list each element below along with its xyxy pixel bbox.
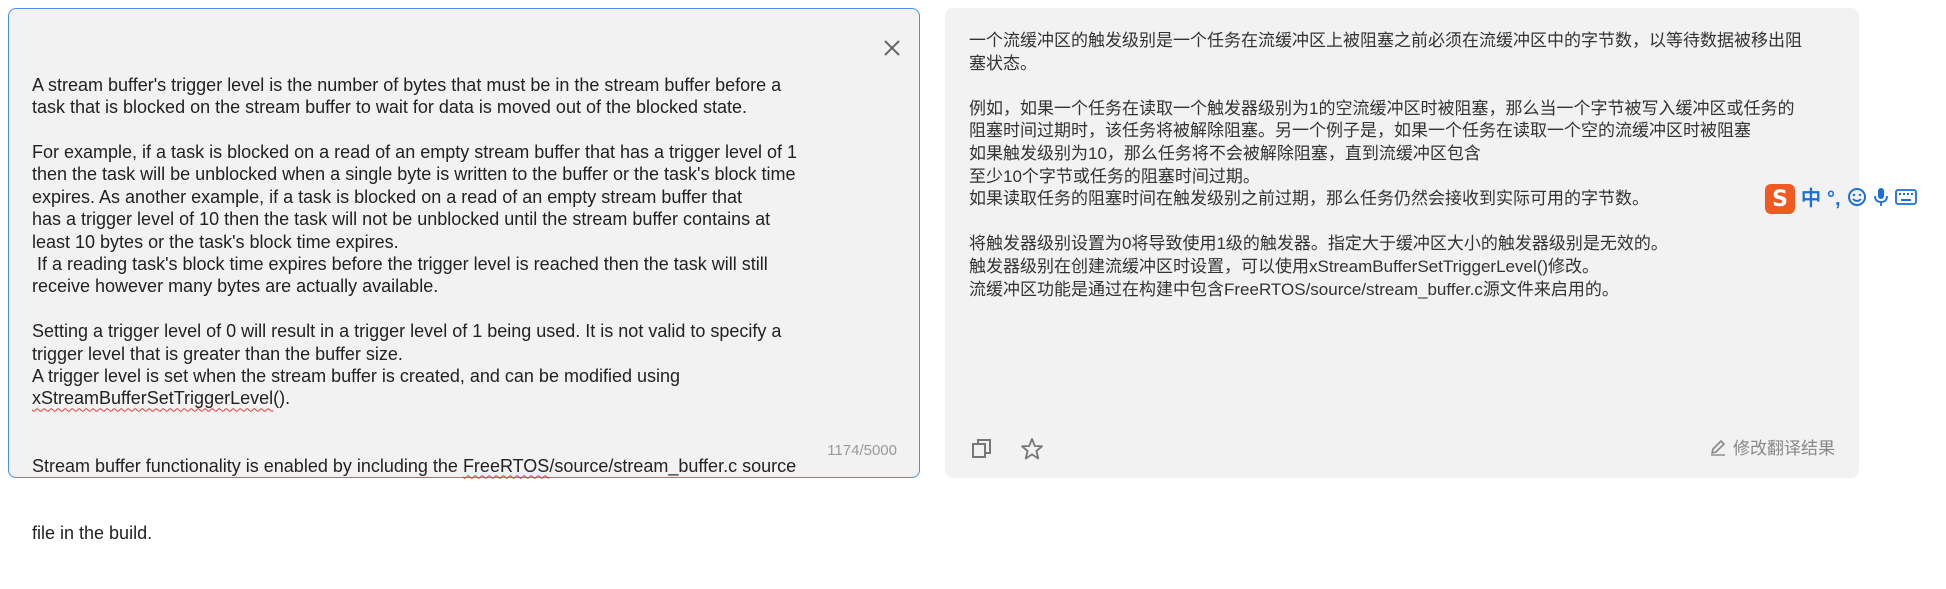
result-line: 如果触发级别为10，那么任务将不会被解除阻塞，直到流缓冲区包含 xyxy=(969,143,1481,163)
source-line: A stream buffer's trigger level is the n… xyxy=(32,74,782,95)
source-line: then the task will be unblocked when a s… xyxy=(32,164,796,185)
close-icon xyxy=(884,40,900,56)
source-line: If a reading task's block time expires b… xyxy=(32,254,768,275)
edit-translation-button[interactable]: 修改翻译结果 xyxy=(1709,434,1835,459)
result-line: 阻塞时间过期时，该任务将被解除阻塞。另一个例子是，如果一个任务在读取一个空的流缓… xyxy=(969,121,1751,141)
result-panel: 一个流缓冲区的触发级别是一个任务在流缓冲区上被阻塞之前必须在流缓冲区中的字节数，… xyxy=(945,8,1859,478)
smiley-icon xyxy=(1847,188,1866,206)
result-line xyxy=(969,75,1829,98)
source-line: expires. As another example, if a task i… xyxy=(32,186,743,207)
source-line: A trigger level is set when the stream b… xyxy=(32,366,681,387)
pencil-icon xyxy=(1711,439,1725,456)
result-line: 塞状态。 xyxy=(969,53,1037,73)
result-line: 触发器级别在创建流缓冲区时设置，可以使用xStreamBufferSetTrig… xyxy=(969,256,1600,276)
source-line-api: xStreamBufferSetTriggerLevel(). xyxy=(32,387,852,409)
source-line: has a trigger level of 10 then the task … xyxy=(32,209,771,230)
result-line: 至少10个字节或任务的阻塞时间过期。 xyxy=(969,166,1260,186)
result-line: 将触发器级别设置为0将导致使用1级的触发器。指定大于缓冲区大小的触发器级别是无效… xyxy=(969,234,1668,254)
result-line: 一个流缓冲区的触发级别是一个任务在流缓冲区上被阻塞之前必须在流缓冲区中的字节数，… xyxy=(969,31,1802,50)
ime-toolbar: S 中 °, xyxy=(1765,182,1946,216)
translation-result: 一个流缓冲区的触发级别是一个任务在流缓冲区上被阻塞之前必须在流缓冲区中的字节数，… xyxy=(969,30,1829,301)
freertos-word: FreeRTOS xyxy=(462,455,550,476)
ime-language-toggle[interactable]: 中 xyxy=(1801,189,1821,209)
result-line: 如果读取任务的阻塞时间在触发级别之前过期，那么任务仍然会接收到实际可用的字节数。 xyxy=(969,189,1649,209)
source-line: For example, if a task is blocked on a r… xyxy=(32,142,798,163)
last-line-prefix: Stream buffer functionality is enabled b… xyxy=(32,455,463,476)
source-textarea[interactable]: A stream buffer's trigger level is the n… xyxy=(32,29,852,589)
source-panel: A stream buffer's trigger level is the n… xyxy=(8,8,920,543)
ime-punctuation-toggle[interactable]: °, xyxy=(1827,189,1841,209)
edit-translation-label: 修改翻译结果 xyxy=(1733,439,1835,458)
source-line xyxy=(32,298,852,320)
source-line-final: file in the build. xyxy=(32,522,153,543)
sogou-logo-icon[interactable]: S xyxy=(1765,184,1795,214)
result-line: 例如，如果一个任务在读取一个触发器级别为1的空流缓冲区时被阻塞，那么当一个字节被… xyxy=(969,98,1795,118)
microphone-icon xyxy=(1873,188,1888,206)
api-function-name: xStreamBufferSetTriggerLevel xyxy=(32,388,274,409)
ime-voice-button[interactable] xyxy=(1873,186,1889,212)
api-suffix: (). xyxy=(273,388,291,409)
source-line: receive however many bytes are actually … xyxy=(32,276,439,297)
char-count: 1174/5000 xyxy=(827,442,897,459)
source-line: least 10 bytes or the task's block time … xyxy=(32,231,399,252)
result-line: 流缓冲区功能是通过在构建中包含FreeRTOS/source/stream_bu… xyxy=(969,279,1619,299)
result-line xyxy=(969,211,1829,234)
ime-emoji-button[interactable] xyxy=(1847,187,1867,211)
copy-button[interactable] xyxy=(969,436,995,462)
copy-icon xyxy=(972,439,991,458)
source-line xyxy=(32,119,852,141)
star-icon xyxy=(1021,438,1043,460)
keyboard-icon xyxy=(1894,189,1917,205)
source-line: trigger level that is greater than the b… xyxy=(32,343,403,364)
source-line: Setting a trigger level of 0 will result… xyxy=(32,321,782,342)
ime-keyboard-button[interactable] xyxy=(1894,188,1917,210)
clear-input-button[interactable] xyxy=(879,35,905,61)
source-line-last: Stream buffer functionality is enabled b… xyxy=(32,455,852,477)
source-line: task that is blocked on the stream buffe… xyxy=(32,97,748,118)
favorite-button[interactable] xyxy=(1019,436,1045,462)
last-line-suffix: /source/stream_buffer.c source xyxy=(549,455,797,476)
